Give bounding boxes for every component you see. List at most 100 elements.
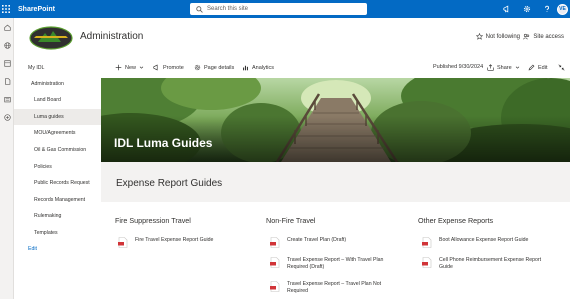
document-title: Fire Travel Expense Report Guide xyxy=(135,237,213,244)
pdf-icon xyxy=(422,237,432,248)
collapse-button[interactable] xyxy=(558,64,565,71)
nav-item-rulemaking[interactable]: Rulemaking xyxy=(34,213,61,219)
app-bar-home[interactable] xyxy=(0,18,14,36)
document-title-line: Travel Expense Report – Travel Plan Not xyxy=(287,281,382,287)
nav-item-land-board[interactable]: Land Board xyxy=(34,97,61,103)
app-bar xyxy=(0,18,14,299)
search-placeholder: Search this site xyxy=(207,6,249,12)
pdf-icon xyxy=(270,257,280,268)
section-band: Expense Report Guides xyxy=(101,162,570,202)
nav-item-templates[interactable]: Templates xyxy=(34,230,58,236)
command-bar: New Promote Page details Analytics Publi… xyxy=(101,58,570,78)
app-bar-files[interactable] xyxy=(0,72,14,90)
site-access-button[interactable]: Site access xyxy=(523,33,564,40)
share-icon xyxy=(487,64,494,71)
site-logo[interactable] xyxy=(28,26,74,50)
news-icon xyxy=(3,96,11,102)
gear-icon xyxy=(523,5,531,13)
nav-item-mou-agreements[interactable]: MOU/Agreements xyxy=(34,130,76,136)
pencil-icon xyxy=(528,64,535,71)
edit-label: Edit xyxy=(538,64,548,71)
document-link[interactable]: Travel Expense Report – Travel Plan Not … xyxy=(270,281,381,295)
new-label: New xyxy=(125,64,137,71)
megaphone-icon xyxy=(503,5,509,13)
nav-item-administration[interactable]: Administration xyxy=(31,81,64,87)
nav-item-policies[interactable]: Policies xyxy=(34,164,52,170)
chevron-down-icon xyxy=(515,66,519,69)
analytics-icon xyxy=(243,65,248,71)
collapse-icon xyxy=(558,64,565,71)
pdf-icon xyxy=(270,237,280,248)
app-bar-global[interactable] xyxy=(0,36,14,54)
app-bar-sites[interactable] xyxy=(0,54,14,72)
document-title: Boot Allowance Expense Report Guide xyxy=(439,237,528,244)
published-status: Published 9/30/2024 xyxy=(433,64,483,70)
add-circle-icon xyxy=(3,113,11,121)
edit-button[interactable]: Edit xyxy=(528,64,547,71)
document-title-line: Travel Expense Report – With Travel Plan xyxy=(287,257,384,263)
document-link[interactable]: Cell Phone Reimbursement Expense Report … xyxy=(422,257,541,271)
document-title-line: Fire Travel Expense Report Guide xyxy=(135,237,214,243)
app-bar-news[interactable] xyxy=(0,90,14,108)
document-title-line: Required xyxy=(287,288,309,294)
nav-item-luma-guides[interactable]: Luma guides xyxy=(34,114,64,120)
document-title: Travel Expense Report – With Travel Plan… xyxy=(287,257,383,271)
document-link[interactable]: Fire Travel Expense Report Guide xyxy=(118,237,213,248)
document-link[interactable]: Create Travel Plan (Draft) xyxy=(270,237,346,248)
analytics-button[interactable]: Analytics xyxy=(242,64,274,71)
app-launcher-button[interactable] xyxy=(0,0,12,18)
search-box[interactable]: Search this site xyxy=(190,3,367,15)
nav-item-records-management[interactable]: Records Management xyxy=(34,197,85,203)
home-icon xyxy=(3,24,11,31)
document-link[interactable]: Boot Allowance Expense Report Guide xyxy=(422,237,528,248)
published-label: Published 9/30/2024 xyxy=(433,64,484,70)
promote-button[interactable]: Promote xyxy=(153,64,184,71)
pdf-icon xyxy=(270,281,280,292)
document-icon xyxy=(4,77,10,85)
section-heading-fire: Fire Suppression Travel xyxy=(115,216,191,225)
follow-button[interactable]: Not following xyxy=(475,33,520,40)
document-title-line: Create Travel Plan (Draft) xyxy=(287,237,347,243)
nav-edit-link[interactable]: Edit xyxy=(28,246,37,252)
people-icon xyxy=(523,33,530,40)
site-access-label: Site access xyxy=(533,33,564,40)
section-heading-other: Other Expense Reports xyxy=(418,216,494,225)
megaphone-button[interactable] xyxy=(497,0,517,18)
site-title[interactable]: Administration xyxy=(80,31,143,42)
section-title: Expense Report Guides xyxy=(116,178,223,189)
document-title: Cell Phone Reimbursement Expense Report … xyxy=(439,257,541,271)
plus-icon xyxy=(115,64,122,71)
pdf-icon xyxy=(422,257,432,268)
nav-item-public-records[interactable]: Public Records Request xyxy=(34,180,90,186)
left-navigation: My IDL Administration Land Board Luma gu… xyxy=(14,58,101,299)
globe-icon xyxy=(3,41,11,49)
document-link[interactable]: Travel Expense Report – With Travel Plan… xyxy=(270,257,383,271)
sites-icon xyxy=(3,59,11,67)
page-details-label: Page details xyxy=(204,64,235,71)
app-bar-create[interactable] xyxy=(0,108,14,126)
document-title-line: Guide xyxy=(439,264,453,270)
search-icon xyxy=(196,5,203,13)
site-header: Administration Not following Site access xyxy=(14,18,570,58)
settings-button[interactable] xyxy=(517,0,537,18)
share-button[interactable]: Share xyxy=(487,64,520,71)
hero-banner: IDL Luma Guides xyxy=(101,78,570,162)
document-title-line: Cell Phone Reimbursement Expense Report xyxy=(439,257,542,263)
avatar[interactable]: VE xyxy=(557,3,568,15)
nav-item-oil-gas[interactable]: Oil & Gas Commission xyxy=(34,147,86,153)
brand-name[interactable]: SharePoint xyxy=(18,6,55,13)
document-title: Travel Expense Report – Travel Plan Not … xyxy=(287,281,381,295)
pdf-icon xyxy=(118,237,128,248)
new-button[interactable]: New xyxy=(115,64,144,71)
suite-bar: SharePoint Search this site VE xyxy=(0,0,570,18)
promote-label: Promote xyxy=(163,64,184,71)
page-details-button[interactable]: Page details xyxy=(194,64,234,71)
section-heading-non-fire: Non-Fire Travel xyxy=(266,216,316,225)
question-icon xyxy=(545,5,550,13)
waffle-icon xyxy=(2,5,10,13)
nav-item-my-idl[interactable]: My IDL xyxy=(28,65,44,71)
help-button[interactable] xyxy=(537,0,557,18)
document-title-line: Boot Allowance Expense Report Guide xyxy=(439,237,529,243)
analytics-label: Analytics xyxy=(252,64,275,71)
follow-label: Not following xyxy=(485,33,520,40)
